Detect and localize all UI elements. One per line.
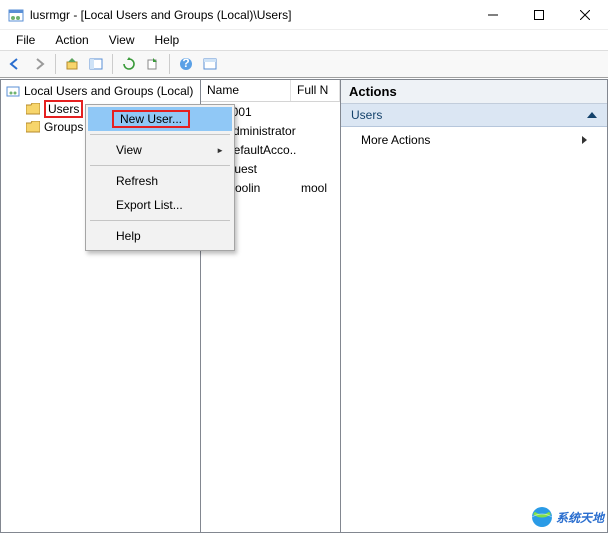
column-fullname[interactable]: Full N — [291, 80, 340, 101]
toolbar: ? — [0, 50, 608, 78]
menu-file[interactable]: File — [8, 31, 43, 49]
context-menu-separator — [90, 134, 230, 135]
app-icon — [8, 7, 24, 23]
toolbar-separator — [169, 54, 170, 74]
cell-name: Administrator — [225, 124, 297, 138]
cell-name: 5001 — [225, 105, 297, 119]
context-menu-new-user[interactable]: New User... — [88, 107, 232, 131]
folder-icon — [26, 103, 40, 115]
cell-name: moolin — [225, 181, 297, 195]
watermark: 系统天地 — [530, 505, 604, 529]
console-icon — [6, 84, 20, 98]
svg-text:?: ? — [182, 57, 189, 70]
window-title: lusrmgr - [Local Users and Groups (Local… — [30, 8, 470, 22]
menubar: File Action View Help — [0, 30, 608, 50]
actions-group[interactable]: Users — [341, 104, 607, 127]
actions-group-label: Users — [351, 108, 382, 122]
menu-view[interactable]: View — [101, 31, 143, 49]
context-menu-help[interactable]: Help — [88, 224, 232, 248]
back-button[interactable] — [4, 53, 26, 75]
context-menu-label: Refresh — [116, 174, 158, 188]
context-menu-separator — [90, 220, 230, 221]
menu-help[interactable]: Help — [147, 31, 188, 49]
chevron-right-icon — [582, 136, 587, 144]
titlebar: lusrmgr - [Local Users and Groups (Local… — [0, 0, 608, 30]
collapse-icon — [587, 112, 597, 118]
context-menu-view[interactable]: View — [88, 138, 232, 162]
actions-header: Actions — [341, 80, 607, 104]
maximize-button[interactable] — [516, 0, 562, 29]
tree-root[interactable]: Local Users and Groups (Local) — [4, 83, 197, 99]
help-button[interactable]: ? — [175, 53, 197, 75]
refresh-button[interactable] — [118, 53, 140, 75]
actions-item-more[interactable]: More Actions — [341, 127, 607, 153]
properties-button[interactable] — [199, 53, 221, 75]
tree-item-label: Groups — [44, 120, 83, 134]
context-menu-label: Help — [116, 229, 141, 243]
menu-action[interactable]: Action — [47, 31, 96, 49]
cell-name: Guest — [225, 162, 297, 176]
tree-item-label: Users — [44, 100, 83, 118]
globe-icon — [530, 505, 554, 529]
context-menu-label: Export List... — [116, 198, 183, 212]
actions-pane: Actions Users More Actions — [340, 79, 608, 533]
close-button[interactable] — [562, 0, 608, 29]
context-menu-separator — [90, 165, 230, 166]
context-menu-label: New User... — [112, 110, 190, 128]
forward-button[interactable] — [28, 53, 50, 75]
list-header: Name Full N — [201, 80, 340, 102]
tree-root-label: Local Users and Groups (Local) — [24, 84, 193, 98]
context-menu-refresh[interactable]: Refresh — [88, 169, 232, 193]
toolbar-separator — [55, 54, 56, 74]
context-menu-label: View — [116, 143, 142, 157]
context-menu: New User... View Refresh Export List... … — [85, 104, 235, 251]
show-hide-tree-button[interactable] — [85, 53, 107, 75]
folder-icon — [26, 121, 40, 133]
context-menu-export[interactable]: Export List... — [88, 193, 232, 217]
up-button[interactable] — [61, 53, 83, 75]
minimize-button[interactable] — [470, 0, 516, 29]
cell-name: DefaultAcco... — [225, 143, 297, 157]
watermark-text: 系统天地 — [556, 509, 604, 526]
cell-full: mool — [301, 181, 327, 195]
actions-item-label: More Actions — [361, 133, 430, 147]
toolbar-separator — [112, 54, 113, 74]
window-controls — [470, 0, 608, 29]
column-name[interactable]: Name — [201, 80, 291, 101]
export-button[interactable] — [142, 53, 164, 75]
